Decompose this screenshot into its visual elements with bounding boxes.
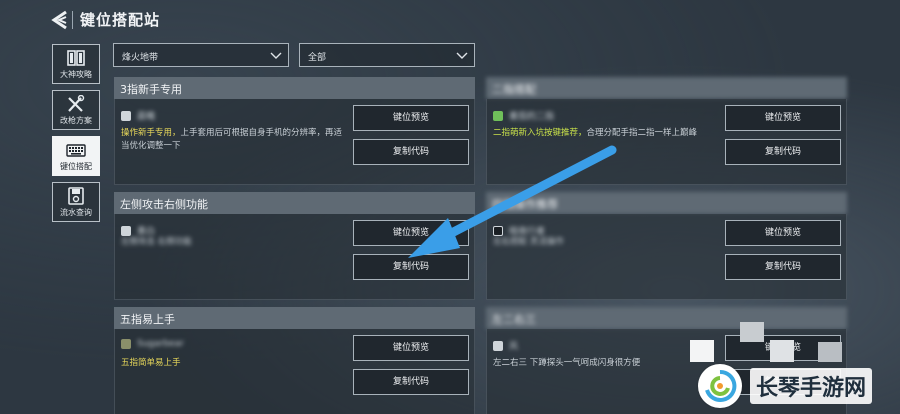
header-divider [72,11,73,29]
map-select-value: 烽火地带 [122,53,159,63]
card-body: 墨白 左侧攻击 右侧功能 键位预览 复制代码 [114,214,475,300]
copy-code-button[interactable]: 复制代码 [725,254,841,280]
pixelation-block [690,340,714,362]
preview-button[interactable]: 键位预览 [353,105,469,131]
description-highlight: 五指简单易上手 [121,358,181,368]
avatar [493,340,503,351]
card-body: 晨曦 操作新手专用，上手套用后可根据自身手机的分辨率，再适当优化调整一下 键位预… [114,99,475,185]
back-icon[interactable] [50,9,70,31]
watermark-text: 长琴手游网 [750,368,873,404]
page-title: 键位搭配站 [80,11,161,29]
category-select[interactable]: 全部 [299,43,475,67]
keyboard-icon [66,143,86,157]
avatar [121,339,131,349]
wrench-icon [68,94,85,112]
layout-card: 左侧攻击右侧功能 墨白 左侧攻击 右侧功能 键位预览 复制代码 [114,192,475,300]
avatar [121,225,131,236]
preview-button[interactable]: 键位预览 [353,220,469,246]
sidebar-item-label: 改枪方案 [60,115,92,125]
author-name: 番茄的二指 [509,112,555,122]
chevron-down-icon [270,52,282,59]
category-select-value: 全部 [308,53,327,63]
description-text: 左右搭配 灵活操作 [493,237,564,247]
copy-code-button[interactable]: 复制代码 [353,254,469,280]
copy-code-button[interactable]: 复制代码 [353,139,469,165]
card-body: 暗夜行者 左右搭配 灵活操作 键位预览 复制代码 [486,214,847,300]
description-text: 合理分配手指二指一样上巅峰 [586,128,698,138]
author-name: 晨曦 [137,112,156,122]
copy-code-button[interactable]: 复制代码 [353,369,469,395]
card-author: 番茄的二指 [493,109,554,122]
card-body: Sugarbear 五指简单易上手 键位预览 复制代码 [114,329,475,414]
layout-card: 五指易上手 Sugarbear 五指简单易上手 键位预览 复制代码 [114,307,475,414]
sidebar-item-label: 大神攻略 [60,69,92,79]
author-name: 风 [509,342,519,352]
card-title: 左二右三 [486,307,847,329]
watermark: 长琴手游网 [698,360,894,412]
card-author: 晨曦 [121,109,155,122]
card-title: 四指操作推荐 [486,192,847,214]
preview-button[interactable]: 键位预览 [725,105,841,131]
card-body: 番茄的二指 二指萌新入坑按键推荐，合理分配手指二指一样上巅峰 键位预览 复制代码 [486,99,847,185]
sidebar-item-label: 键位搭配 [60,161,92,171]
sidebar-item-label: 流水查询 [60,207,92,217]
preview-button[interactable]: 键位预览 [353,335,469,361]
avatar [121,110,131,121]
sidebar: 大神攻略 改枪方案 键位搭配 流水查询 [52,44,102,228]
map-select[interactable]: 烽火地带 [113,43,289,67]
sidebar-item-flow-query[interactable]: 流水查询 [52,182,100,222]
card-title: 五指易上手 [114,307,475,329]
layout-card: 二指搭配 番茄的二指 二指萌新入坑按键推荐，合理分配手指二指一样上巅峰 键位预览… [486,77,847,185]
watermark-logo-icon [698,364,742,408]
card-title: 3指新手专用 [114,77,475,99]
card-title: 左侧攻击右侧功能 [114,192,475,214]
layout-card: 四指操作推荐 暗夜行者 左右搭配 灵活操作 键位预览 复制代码 [486,192,847,300]
card-description: 操作新手专用，上手套用后可根据自身手机的分辨率，再适当优化调整一下 [121,127,349,153]
pixelation-block [740,322,764,342]
preview-button[interactable]: 键位预览 [725,220,841,246]
card-author: 风 [493,339,518,352]
card-description: 左侧攻击 右侧功能 [121,236,349,249]
sidebar-item-guides[interactable]: 大神攻略 [52,44,100,84]
card-description: 五指简单易上手 [121,357,349,370]
description-text: 左侧攻击 右侧功能 [121,237,192,247]
card-description: 左二右三 下蹲探头一气呵成闪身很方便 [493,357,721,370]
description-highlight: 操作新手专用， [121,128,181,138]
sidebar-item-key-layouts[interactable]: 键位搭配 [52,136,100,176]
pixelation-block [770,340,794,362]
pixelation-block [818,342,842,362]
copy-code-button[interactable]: 复制代码 [725,139,841,165]
card-description: 左右搭配 灵活操作 [493,236,721,249]
description-highlight: 二指萌新入坑按键推荐， [493,128,587,138]
chevron-down-icon [456,52,468,59]
description-text: 左二右三 下蹲探头一气呵成闪身很方便 [493,358,641,368]
avatar [493,110,503,121]
avatar [493,225,503,236]
sidebar-item-gun-mods[interactable]: 改枪方案 [52,90,100,130]
floppy-icon [68,186,84,205]
card-description: 二指萌新入坑按键推荐，合理分配手指二指一样上巅峰 [493,127,721,140]
book-icon [67,49,85,66]
card-author: Sugarbear [121,339,184,349]
header: 键位搭配站 [0,0,900,40]
layout-card: 3指新手专用 晨曦 操作新手专用，上手套用后可根据自身手机的分辨率，再适当优化调… [114,77,475,185]
card-title: 二指搭配 [486,77,847,99]
author-name: Sugarbear [137,339,184,349]
